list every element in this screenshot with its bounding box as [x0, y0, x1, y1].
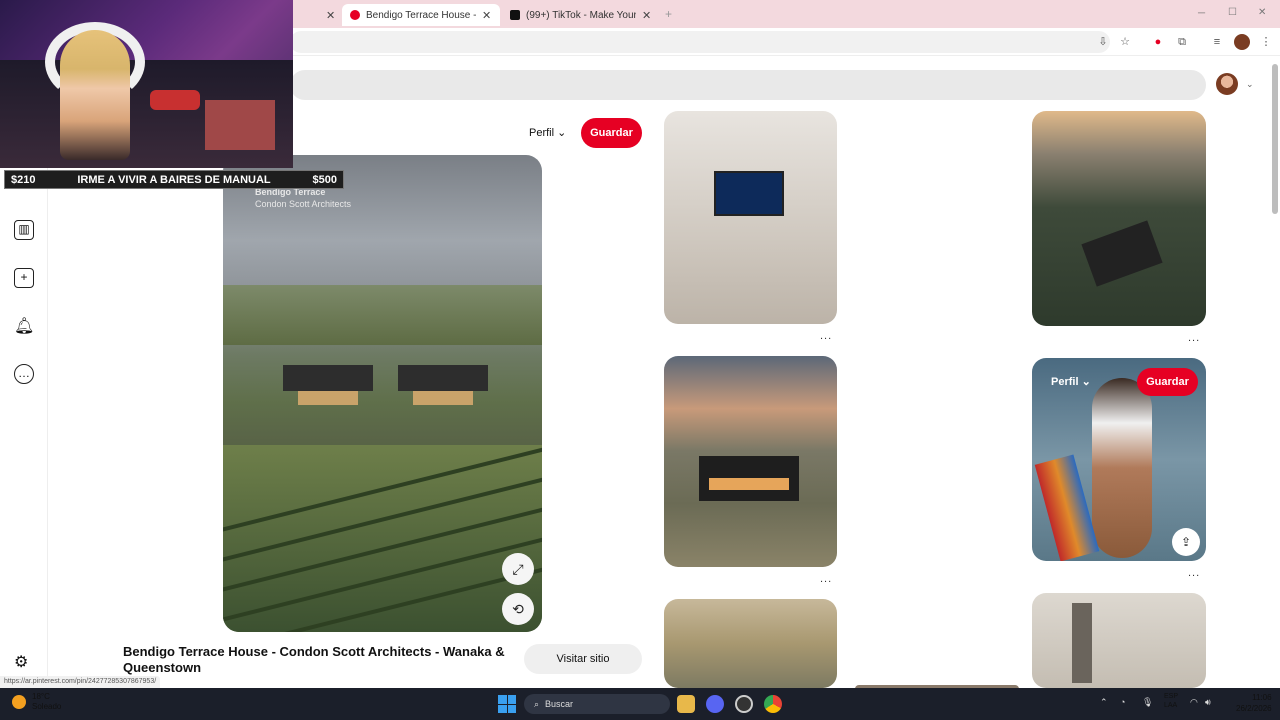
grid-pin-forest-house[interactable]: [1032, 111, 1206, 326]
close-window-icon[interactable]: ✕: [1258, 7, 1266, 18]
language-indicator[interactable]: ESP LAA: [1164, 692, 1178, 710]
create-icon[interactable]: +: [14, 268, 34, 288]
expand-icon[interactable]: ⤢: [502, 553, 534, 585]
hover-profile-select[interactable]: Perfil ⌄: [1051, 375, 1091, 388]
volume-icon[interactable]: 🔊︎: [1205, 697, 1211, 708]
hover-save-button[interactable]: Guardar: [1137, 368, 1198, 396]
goal-target: $500: [312, 173, 337, 186]
minimize-icon[interactable]: ─: [1198, 8, 1205, 19]
grid-pin-tv-room[interactable]: [664, 111, 837, 324]
tab-close-icon[interactable]: ✕: [642, 9, 651, 22]
grid-pin-ceiling[interactable]: [1032, 593, 1206, 688]
pin-title: Bendigo Terrace House - Condon Scott Arc…: [123, 644, 505, 675]
date: 26/2/2026: [1236, 704, 1272, 713]
file-explorer-icon[interactable]: [677, 695, 695, 713]
share-icon[interactable]: ⇪: [1172, 528, 1200, 556]
menu-icon[interactable]: ⋮: [1258, 34, 1274, 50]
bell-icon[interactable]: 🔔︎: [14, 316, 34, 336]
chrome-icon[interactable]: [764, 695, 782, 713]
tab-close-prev[interactable]: ✕: [318, 4, 338, 26]
lang-1: ESP: [1164, 693, 1179, 700]
boards-icon[interactable]: ▥: [14, 220, 34, 240]
donation-goal-bar: $210 IRME A VIVIR A BAIRES DE MANUAL $50…: [4, 170, 344, 189]
new-tab-button[interactable]: +: [665, 7, 672, 21]
weather-widget[interactable]: 18°C Soleado: [12, 692, 61, 712]
time: 11:06: [1252, 693, 1272, 702]
pinterest-icon: [350, 10, 360, 20]
search-icon: ⌕: [534, 698, 540, 709]
wifi-icon[interactable]: ◠: [1190, 697, 1198, 708]
extensions-icon[interactable]: ⧉: [1174, 34, 1190, 50]
install-icon[interactable]: ⇩: [1095, 34, 1111, 50]
more-options-icon[interactable]: ...: [1188, 567, 1200, 579]
messages-icon[interactable]: …: [14, 364, 34, 384]
taskbar-search[interactable]: ⌕ Buscar: [524, 694, 670, 714]
grid-pin-farmhouse[interactable]: [664, 356, 837, 567]
avatar[interactable]: [1216, 73, 1238, 95]
profile-select[interactable]: Perfil ⌄: [529, 126, 566, 139]
maximize-icon[interactable]: ☐: [1228, 7, 1237, 18]
microphone-icon[interactable]: 🎙︎: [1142, 697, 1153, 708]
profile-select-label: Perfil: [529, 127, 555, 139]
goal-text: IRME A VIVIR A BAIRES DE MANUAL: [77, 173, 271, 186]
weather-temp: 18°C: [32, 692, 50, 701]
tab-tiktok[interactable]: (99+) TikTok - Make Your Day ✕: [502, 4, 660, 26]
search-bar[interactable]: [290, 70, 1206, 100]
gear-icon[interactable]: ⚙: [14, 652, 28, 672]
taskbar-search-label: Buscar: [545, 699, 574, 709]
chevron-down-icon[interactable]: ⌄: [1246, 79, 1254, 90]
discord-icon[interactable]: [706, 695, 724, 713]
goal-current: $210: [11, 173, 36, 186]
visual-search-icon[interactable]: ⟲: [502, 593, 534, 625]
more-options-icon[interactable]: ...: [1188, 332, 1200, 344]
tab-label: Bendigo Terrace House - Condo: [366, 9, 476, 21]
tab-bendigo[interactable]: Bendigo Terrace House - Condo ✕: [342, 4, 500, 26]
profile-icon[interactable]: [1234, 34, 1250, 50]
clock[interactable]: 11:06 26/2/2026: [1236, 692, 1272, 714]
bookmark-star-icon[interactable]: ☆: [1117, 34, 1133, 50]
weather-desc: Soleado: [32, 702, 62, 711]
extension-red-icon[interactable]: ●: [1150, 34, 1166, 50]
sun-icon: [12, 695, 26, 709]
image-caption-sub: Condon Scott Architects: [255, 199, 352, 209]
grid-pin-villa[interactable]: [664, 599, 837, 688]
tray-app-icon[interactable]: ◔: [1120, 697, 1125, 707]
save-button[interactable]: Guardar: [581, 118, 642, 148]
more-options-icon[interactable]: ...: [820, 330, 832, 342]
tab-close-icon[interactable]: ✕: [482, 9, 491, 22]
obs-icon[interactable]: [735, 695, 753, 713]
tab-label: (99+) TikTok - Make Your Day: [526, 9, 636, 21]
pin-main-image[interactable]: [223, 155, 542, 632]
tiktok-icon: [510, 10, 520, 20]
address-bar[interactable]: [290, 31, 1110, 53]
status-url: https://ar.pinterest.com/pin/24277285307…: [0, 676, 161, 688]
streamer-face: [60, 30, 130, 160]
media-icon[interactable]: ≡: [1209, 34, 1225, 50]
webcam-overlay: [0, 0, 293, 168]
more-options-icon[interactable]: ...: [820, 573, 832, 585]
windows-start-icon[interactable]: [498, 695, 516, 713]
hover-profile-label: Perfil: [1051, 376, 1079, 388]
visit-site-button[interactable]: Visitar sitio: [524, 644, 642, 674]
scrollbar-thumb[interactable]: [1272, 64, 1278, 214]
lang-2: LAA: [1164, 702, 1178, 709]
tray-chevron-icon[interactable]: ⌃: [1100, 697, 1108, 708]
image-caption: Bendigo Terrace Condon Scott Architects: [255, 186, 351, 210]
